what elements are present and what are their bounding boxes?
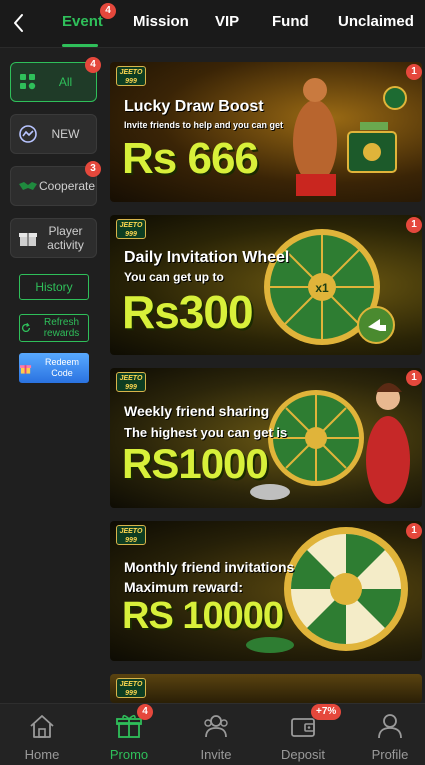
sidebar-cooperate-badge: 3 <box>85 161 101 177</box>
brand-logo: JEETO 999 <box>116 525 146 545</box>
gift-box-icon <box>19 233 37 246</box>
tab-mission[interactable]: Mission <box>133 13 189 30</box>
svg-text:x1: x1 <box>315 281 329 295</box>
refresh-rewards-label: Refresh rewards <box>43 317 80 339</box>
redeem-code-button[interactable]: Redeem Code <box>19 353 89 383</box>
top-tab-bar: Event 4 Mission VIP Fund Unclaimed <box>0 0 425 48</box>
nav-label: Invite <box>200 747 232 762</box>
sidebar-item-all[interactable]: All <box>10 62 97 102</box>
sidebar-item-player-activity[interactable]: Player activity <box>10 218 97 258</box>
sidebar-item-label: NEW <box>51 127 80 141</box>
nav-promo[interactable]: Promo <box>94 712 164 762</box>
redeem-code-label: Redeem Code <box>44 357 80 378</box>
home-icon <box>30 715 54 738</box>
card-title: Weekly friend sharing <box>124 403 270 419</box>
sidebar-item-label: Cooperate <box>39 179 96 193</box>
card-subtitle: Invite friends to help and you can get <box>124 120 284 130</box>
refresh-icon <box>21 322 31 332</box>
tab-fund[interactable]: Fund <box>272 13 309 30</box>
sidebar-all-badge: 4 <box>85 57 101 73</box>
card-badge: 1 <box>406 370 422 386</box>
tab-event-badge: 4 <box>100 3 116 19</box>
sidebar-item-cooperate[interactable]: Cooperate <box>10 166 97 206</box>
history-button[interactable]: History <box>19 274 89 300</box>
card-title: Lucky Draw Boost <box>124 98 264 115</box>
card-amount: Rs 666 <box>122 134 259 183</box>
nav-label: Promo <box>109 747 149 762</box>
nav-profile[interactable]: Profile <box>355 712 425 762</box>
person-icon <box>378 714 402 739</box>
card-badge: 1 <box>406 217 422 233</box>
nav-label: Profile <box>371 747 409 762</box>
tab-vip[interactable]: VIP <box>215 13 239 30</box>
grid-icon <box>20 74 36 90</box>
redeem-gift-icon <box>19 365 32 374</box>
promo-card-partial[interactable]: JEETO 999 <box>110 674 422 703</box>
card-amount: RS1000 <box>122 440 269 487</box>
handshake-icon <box>19 182 37 190</box>
card-title: Daily Invitation Wheel <box>124 249 290 266</box>
refresh-rewards-button[interactable]: Refresh rewards <box>19 314 89 342</box>
brand-logo: JEETO 999 <box>116 219 146 239</box>
brand-logo: JEETO 999 <box>116 372 146 392</box>
promotions-screen: Event 4 Mission VIP Fund Unclaimed All 4… <box>0 0 425 765</box>
sidebar-item-label: Player activity <box>47 224 84 252</box>
active-tab-indicator <box>62 44 98 47</box>
brand-logo: JEETO 999 <box>116 66 146 86</box>
brand-logo: JEETO 999 <box>116 678 146 698</box>
nav-deposit-badge: +7% <box>311 704 342 720</box>
people-icon <box>204 715 228 738</box>
tab-event[interactable]: Event <box>62 13 103 30</box>
nav-promo-badge: 4 <box>137 704 153 720</box>
nav-invite[interactable]: Invite <box>181 712 251 762</box>
card-badge: 1 <box>406 64 422 80</box>
card-badge: 1 <box>406 523 422 539</box>
card-subtitle: You can get up to <box>124 270 224 284</box>
bottom-navigation: Home Promo 4 Invite Deposit +7% Profile <box>0 703 425 765</box>
nav-label: Home <box>24 747 60 762</box>
back-arrow-icon[interactable] <box>8 10 30 36</box>
card-subtitle: The highest you can get is <box>124 425 288 440</box>
card-amount: Rs300 <box>122 286 254 338</box>
promo-card-weekly-sharing[interactable]: JEETO 999 Weekly friend sharing The high… <box>110 368 422 508</box>
sidebar-item-new[interactable]: NEW <box>10 114 97 154</box>
card-subtitle: Maximum reward: <box>124 579 244 595</box>
sidebar-item-label: All <box>58 75 73 89</box>
chat-bubble-icon <box>19 125 37 143</box>
nav-label: Deposit <box>280 747 326 762</box>
promo-card-monthly-invitations[interactable]: JEETO 999 Monthly friend invitations Max… <box>110 521 422 661</box>
tab-unclaimed[interactable]: Unclaimed <box>338 13 414 30</box>
card-title: Monthly friend invitations <box>124 559 295 575</box>
promo-card-lucky-draw[interactable]: JEETO 999 Lucky Draw Boost Invite friend… <box>110 62 422 202</box>
nav-home[interactable]: Home <box>7 712 77 762</box>
card-amount: RS 10000 <box>122 595 284 637</box>
promo-card-daily-wheel[interactable]: x1 JEETO 999 Daily Invitation Wheel You … <box>110 215 422 355</box>
